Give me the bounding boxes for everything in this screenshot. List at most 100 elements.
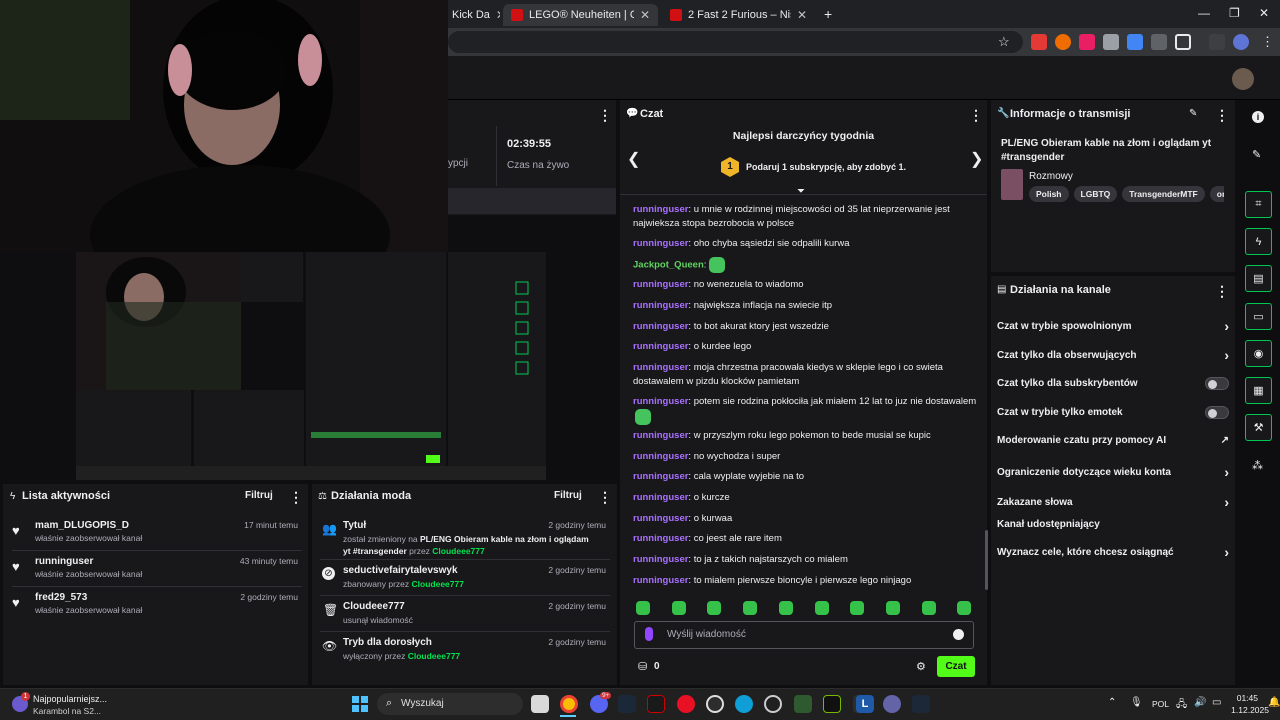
mod-action-title[interactable]: seductivefairytalevswyk	[343, 565, 458, 576]
more-options-icon[interactable]: ⁂	[1252, 459, 1263, 472]
tag[interactable]: LGBTQ	[1073, 186, 1118, 202]
host-channel-action[interactable]: Kanał udostępniający	[997, 519, 1229, 530]
tab-close-icon[interactable]: ✕	[791, 8, 807, 22]
profile-avatar[interactable]	[1233, 34, 1249, 50]
category-thumbnail[interactable]	[1001, 169, 1023, 200]
panel-menu-icon[interactable]: ⋮	[1215, 283, 1229, 300]
nvidia-icon[interactable]	[823, 695, 841, 713]
emote-icon[interactable]	[850, 601, 864, 615]
address-bar[interactable]	[448, 31, 1023, 53]
github-icon[interactable]	[706, 695, 724, 713]
opera-icon[interactable]	[677, 695, 695, 713]
tag[interactable]: Polish	[1029, 186, 1069, 202]
teams-icon[interactable]	[883, 695, 901, 713]
emote-icon[interactable]	[707, 601, 721, 615]
sidebar-button-capture[interactable]: ⌗	[1245, 191, 1272, 218]
volume-icon[interactable]: 🔊	[1194, 697, 1206, 708]
followers-only-action[interactable]: Czat tylko dla obserwujących ›	[997, 347, 1229, 363]
extension-icon[interactable]	[1103, 34, 1119, 50]
emote-icon[interactable]	[636, 601, 650, 615]
banned-words-action[interactable]: Zakazane słowa ›	[997, 494, 1229, 510]
taskbar-search[interactable]	[377, 693, 523, 715]
windows-start-icon[interactable]	[352, 696, 368, 712]
microphone-tray-icon[interactable]: 🎙	[1130, 697, 1143, 708]
minimize-icon[interactable]: —	[1198, 6, 1210, 20]
new-tab-button[interactable]: +	[824, 6, 832, 22]
pencil-icon[interactable]: ✎	[1252, 148, 1261, 161]
extensions-puzzle-icon[interactable]	[1175, 34, 1191, 50]
sidebar-button-chat[interactable]: ▭	[1245, 303, 1272, 330]
tab-close-icon[interactable]: ✕	[490, 8, 500, 22]
emote-icon[interactable]	[886, 601, 900, 615]
sidebar-button-tools[interactable]: ⚒	[1245, 414, 1272, 441]
panel-menu-icon[interactable]: ⋮	[598, 489, 612, 506]
microphone-icon[interactable]	[645, 627, 653, 641]
language-indicator[interactable]: POL	[1152, 699, 1169, 709]
chat-send-button[interactable]: Czat	[937, 656, 975, 677]
activity-user[interactable]: mam_DLUGOPIS_D	[35, 520, 129, 531]
tag[interactable]: ome	[1209, 186, 1224, 202]
edge-icon[interactable]	[735, 695, 753, 713]
emote-only-toggle[interactable]	[1205, 406, 1229, 419]
speedometer-icon[interactable]	[764, 695, 782, 713]
collapse-arrow-icon[interactable]: ⏷	[797, 186, 805, 197]
emote-icon[interactable]	[922, 601, 936, 615]
close-window-icon[interactable]: ✕	[1259, 6, 1269, 20]
activity-user[interactable]: runninguser	[35, 556, 93, 567]
bookmark-star-icon[interactable]: ☆	[998, 34, 1010, 50]
account-age-action[interactable]: Ograniczenie dotyczące wieku konta ›	[997, 464, 1229, 480]
maximize-icon[interactable]: ❐	[1229, 6, 1240, 20]
mod-action-title[interactable]: Cloudeee777	[343, 601, 405, 612]
goals-action[interactable]: Wyznacz cele, które chcesz osiągnąć ›	[997, 544, 1229, 560]
panel-menu-icon[interactable]: ⋮	[598, 107, 612, 124]
points-chest-icon[interactable]: ⛁	[638, 660, 647, 673]
panel-menu-icon[interactable]: ⋮	[1215, 107, 1229, 124]
chat-menu-icon[interactable]: ⋮	[969, 107, 983, 124]
translate-extension-icon[interactable]	[1127, 34, 1143, 50]
tray-chevron-icon[interactable]: ⌃	[1108, 697, 1116, 708]
file-explorer-icon[interactable]	[531, 695, 549, 713]
media-control-icon[interactable]	[1209, 34, 1225, 50]
emote-icon[interactable]	[815, 601, 829, 615]
emote-icon[interactable]	[779, 601, 793, 615]
emoji-icon[interactable]	[953, 629, 964, 640]
user-avatar[interactable]	[1232, 68, 1254, 90]
chevron-right-icon[interactable]: ❯	[970, 149, 983, 169]
clock-date[interactable]: 1.12.2025	[1225, 705, 1269, 715]
tab-nissan[interactable]: 2 Fast 2 Furious – Nissan Skyline ✕	[662, 4, 815, 26]
chrome-icon[interactable]	[560, 695, 578, 713]
ai-moderation-action[interactable]: Moderowanie czatu przy pomocy AI ↗	[997, 435, 1229, 446]
extension-icon[interactable]	[1079, 34, 1095, 50]
chevron-left-icon[interactable]: ❮	[627, 149, 640, 169]
l-app-icon[interactable]: L	[856, 695, 874, 713]
panel-menu-icon[interactable]: ⋮	[289, 489, 303, 506]
clock-time[interactable]: 01:45	[1232, 693, 1258, 703]
extension-icon[interactable]	[1055, 34, 1071, 50]
emote-icon[interactable]	[957, 601, 971, 615]
activity-filter-button[interactable]: Filtruj	[245, 490, 273, 501]
info-icon[interactable]: i	[1252, 111, 1264, 123]
tab-close-icon[interactable]: ✕	[634, 8, 650, 22]
mod-filter-button[interactable]: Filtruj	[554, 490, 582, 501]
steam-icon[interactable]	[618, 695, 636, 713]
tab-kick[interactable]: Kick Da ✕	[444, 4, 500, 26]
minecraft-icon[interactable]	[794, 695, 812, 713]
emote-icon[interactable]	[672, 601, 686, 615]
network-icon[interactable]: 🖧	[1176, 697, 1187, 714]
sidebar-button-broadcast[interactable]: ◉	[1245, 340, 1272, 367]
edit-pencil-icon[interactable]: ✎	[1189, 108, 1197, 119]
slow-mode-action[interactable]: Czat w trybie spowolnionym ›	[997, 318, 1229, 334]
chat-settings-icon[interactable]: ⚙	[916, 660, 926, 673]
sidebar-button-layout[interactable]: ▦	[1245, 377, 1272, 404]
extension-icon[interactable]	[1151, 34, 1167, 50]
browser-menu-icon[interactable]: ⋮	[1261, 34, 1274, 50]
game-icon[interactable]	[647, 695, 665, 713]
adblock-extension-icon[interactable]	[1031, 34, 1047, 50]
activity-user[interactable]: fred29_573	[35, 592, 87, 603]
news-widget-title[interactable]: Najpopularniejsz...	[33, 694, 107, 704]
chat-scrollbar[interactable]	[985, 530, 988, 590]
notifications-bell-icon[interactable]: 🔔	[1268, 697, 1280, 708]
sidebar-button-document[interactable]: ▤	[1245, 265, 1272, 292]
emote-icon[interactable]	[743, 601, 757, 615]
tag[interactable]: TransgenderMTF	[1122, 186, 1205, 202]
